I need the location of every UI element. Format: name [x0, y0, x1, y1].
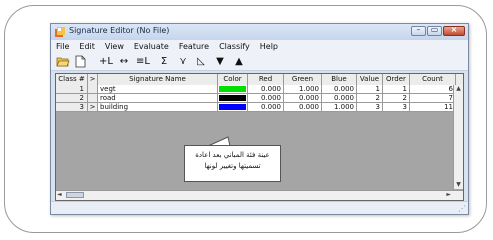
move-down-icon[interactable]: ▼ [213, 55, 227, 68]
header-value[interactable]: Value [357, 74, 383, 85]
red-cell[interactable]: 0.000 [248, 85, 284, 94]
color-swatch [219, 104, 246, 110]
header-order[interactable]: Order [383, 74, 410, 85]
window-title: Signature Editor (No File) [69, 26, 170, 35]
status-bar: ⋰ [51, 201, 468, 214]
green-cell[interactable]: 0.000 [284, 94, 322, 103]
scroll-right-icon[interactable]: ► [446, 191, 451, 199]
app-icon [55, 27, 65, 37]
order-cell[interactable]: 2 [383, 94, 410, 103]
move-up-icon[interactable]: ▲ [232, 55, 246, 68]
row-marker-cell: > [88, 103, 98, 112]
row-marker-cell [88, 94, 98, 103]
color-cell[interactable] [218, 85, 248, 94]
statistics-icon[interactable]: ≡L [136, 55, 150, 68]
header-blue[interactable]: Blue [322, 74, 357, 85]
add-signature-icon[interactable]: +L [99, 55, 113, 68]
merge-icon[interactable]: ↔ [117, 55, 131, 68]
menu-evaluate[interactable]: Evaluate [129, 40, 174, 53]
header-marker[interactable]: > [88, 74, 98, 85]
blue-cell[interactable]: 0.000 [322, 94, 357, 103]
green-cell[interactable]: 0.000 [284, 103, 322, 112]
color-swatch [219, 86, 246, 92]
header-green[interactable]: Green [284, 74, 322, 85]
order-cell[interactable]: 3 [383, 103, 410, 112]
class-number-cell[interactable]: 3 [56, 103, 88, 112]
value-cell[interactable]: 3 [357, 103, 383, 112]
count-cell[interactable]: 6 [410, 85, 456, 94]
class-number-cell[interactable]: 2 [56, 94, 88, 103]
order-cell[interactable]: 1 [383, 85, 410, 94]
color-cell[interactable] [218, 94, 248, 103]
signature-editor-window: Signature Editor (No File) – ▭ × File Ed… [50, 23, 469, 215]
red-cell[interactable]: 0.000 [248, 94, 284, 103]
title-bar: Signature Editor (No File) – ▭ × [51, 24, 468, 40]
maximize-button[interactable]: ▭ [427, 25, 442, 36]
color-cell[interactable] [218, 103, 248, 112]
horizontal-scrollbar[interactable]: ◄ ► [56, 190, 463, 200]
annotation-callout: عينة فئة المباني بعد اعادة تسميتها وتغيي… [184, 145, 281, 182]
blue-cell[interactable]: 1.000 [322, 103, 357, 112]
red-cell[interactable]: 0.000 [248, 103, 284, 112]
close-button[interactable]: × [443, 25, 465, 36]
scroll-thumb[interactable] [66, 192, 84, 198]
minimize-icon: – [416, 25, 421, 34]
color-swatch [219, 95, 246, 101]
menu-bar: File Edit View Evaluate Feature Classify… [51, 40, 468, 53]
toolbar: +L ↔ ≡L Σ ⋎ ◺ ▼ ▲ [51, 53, 468, 71]
scroll-up-icon[interactable]: ▲ [454, 85, 463, 93]
value-cell[interactable]: 2 [357, 94, 383, 103]
menu-file[interactable]: File [51, 40, 74, 53]
sigma-icon[interactable]: Σ [157, 55, 171, 68]
menu-feature[interactable]: Feature [174, 40, 214, 53]
menu-view[interactable]: View [100, 40, 129, 53]
header-signature-name[interactable]: Signature Name [98, 74, 218, 85]
row-marker-cell [88, 85, 98, 94]
close-icon: × [450, 25, 458, 34]
table-row[interactable]: 3 > building 0.000 0.000 1.000 3 3 11 [56, 103, 463, 112]
maximize-icon: ▭ [430, 25, 439, 34]
table-row[interactable]: 2 road 0.000 0.000 0.000 2 2 7 [56, 94, 463, 103]
header-class[interactable]: Class # [56, 74, 88, 85]
vertical-scrollbar[interactable]: ▲ ▼ [453, 85, 463, 189]
signature-name-cell[interactable]: building [98, 103, 218, 112]
green-cell[interactable]: 1.000 [284, 85, 322, 94]
mean-plot-icon[interactable]: ⋎ [176, 55, 190, 68]
minimize-button[interactable]: – [411, 25, 426, 36]
table-row[interactable]: 1 vegt 0.000 1.000 0.000 1 1 6 [56, 85, 463, 94]
class-number-cell[interactable]: 1 [56, 85, 88, 94]
folder-open-icon[interactable] [56, 55, 70, 68]
menu-help[interactable]: Help [255, 40, 283, 53]
menu-classify[interactable]: Classify [214, 40, 255, 53]
blue-cell[interactable]: 0.000 [322, 85, 357, 94]
histogram-icon[interactable]: ◺ [194, 55, 208, 68]
new-document-icon[interactable] [75, 55, 86, 68]
signature-name-cell[interactable]: road [98, 94, 218, 103]
count-cell[interactable]: 11 [410, 103, 456, 112]
signature-name-cell[interactable]: vegt [98, 85, 218, 94]
count-cell[interactable]: 7 [410, 94, 456, 103]
scroll-left-icon[interactable]: ◄ [57, 191, 62, 199]
menu-edit[interactable]: Edit [74, 40, 100, 53]
value-cell[interactable]: 1 [357, 85, 383, 94]
callout-line-2: تسميتها وتغيير لونها [204, 162, 261, 170]
header-count[interactable]: Count [410, 74, 456, 85]
header-red[interactable]: Red [248, 74, 284, 85]
callout-line-1: عينة فئة المباني بعد اعادة [195, 151, 270, 159]
resize-grip-icon[interactable]: ⋰ [458, 204, 466, 213]
header-color[interactable]: Color [218, 74, 248, 85]
scroll-down-icon[interactable]: ▼ [454, 181, 463, 189]
